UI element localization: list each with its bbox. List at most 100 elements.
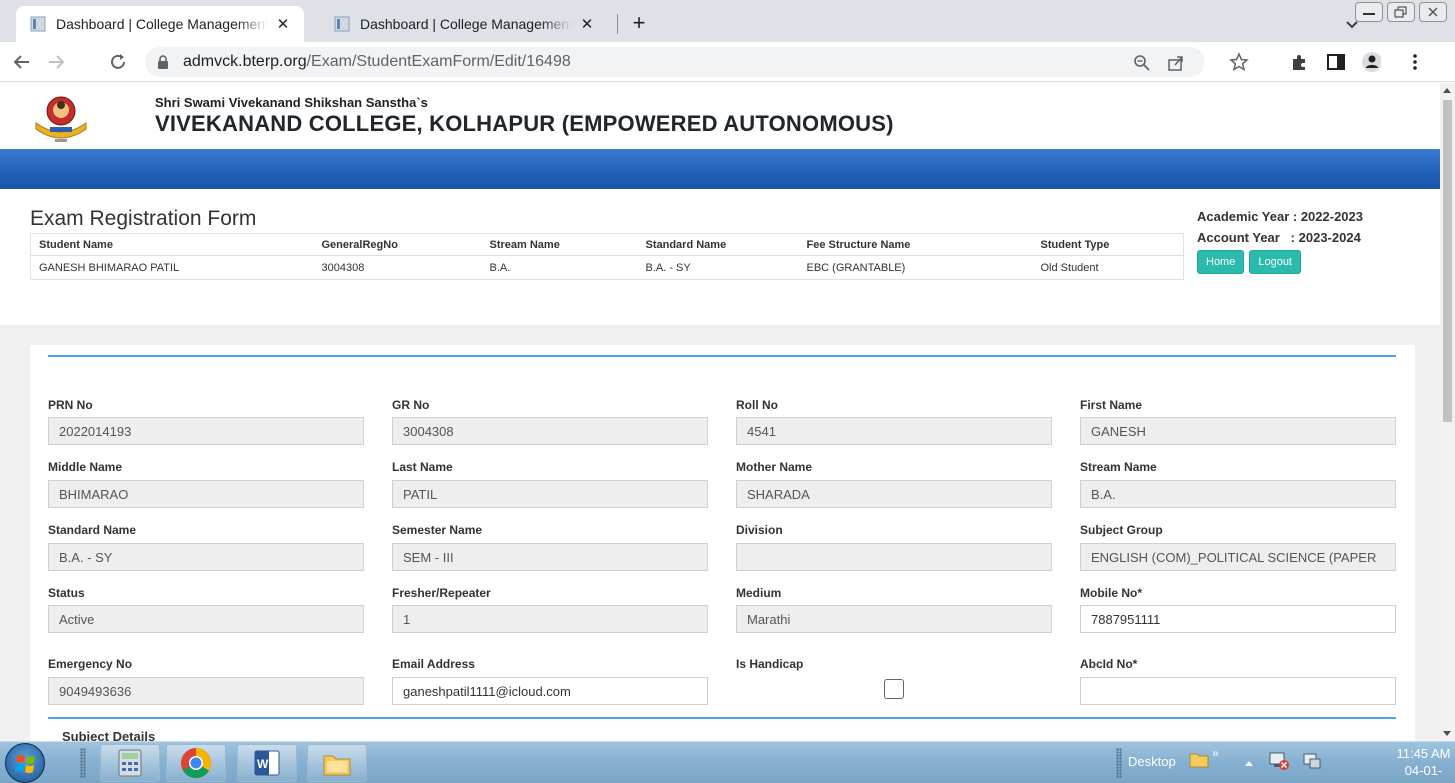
subject-group-label: Subject Group — [1080, 523, 1163, 537]
mother-name-field: SHARADA — [736, 480, 1052, 508]
browser-tab-strip: Dashboard | College Management ✕ Dashboa… — [0, 0, 1455, 42]
table-cell: 3004308 — [313, 255, 482, 280]
last-name-field: PATIL — [392, 480, 708, 508]
division-field — [736, 543, 1052, 571]
clock-date: 04-01-2024 — [1404, 763, 1443, 783]
show-hidden-icons-icon[interactable] — [1244, 754, 1254, 772]
header-blue-band — [0, 149, 1440, 189]
abcid-no-label: AbcId No* — [1080, 657, 1138, 671]
fresher-repeater-field: 1 — [392, 605, 708, 633]
taskbar-grip — [80, 748, 86, 778]
reload-icon[interactable] — [106, 50, 130, 74]
student-summary-table: Student Name GeneralRegNo Stream Name St… — [30, 233, 1184, 280]
toolbar-expand-icon[interactable]: » — [1212, 746, 1219, 760]
logout-button[interactable]: Logout — [1249, 250, 1301, 274]
year-info: Academic Year : 2022-2023 Account Year :… — [1197, 206, 1363, 248]
table-cell: GANESH BHIMARAO PATIL — [30, 255, 314, 280]
tab-dashboard-2[interactable]: Dashboard | College Management ✕ — [320, 6, 608, 42]
scroll-down-arrow-icon[interactable] — [1443, 731, 1451, 736]
address-bar[interactable]: admvck.bterp.org/Exam/StudentExamForm/Ed… — [145, 47, 1205, 77]
clock-time: 11:45 AM — [1396, 746, 1451, 761]
system-clock[interactable]: 11:45 AM 04-01-2024 — [1392, 745, 1455, 783]
lock-icon[interactable] — [157, 55, 169, 74]
minimize-icon[interactable] — [1355, 2, 1383, 22]
windows-taskbar: W Desktop » 11:45 AM 04-01-2024 — [0, 741, 1455, 783]
start-button-icon[interactable] — [5, 743, 45, 783]
table-header-row: Student Name GeneralRegNo Stream Name St… — [31, 234, 1184, 256]
close-tab-icon[interactable]: ✕ — [274, 15, 292, 33]
tab-title: Dashboard | College Management — [360, 16, 572, 32]
site-header: Shri Swami Vivekanand Shikshan Sanstha`s… — [0, 83, 1440, 149]
chrome-app-icon[interactable] — [166, 744, 226, 782]
browser-toolbar: admvck.bterp.org/Exam/StudentExamForm/Ed… — [0, 42, 1455, 82]
academic-year-text: Academic Year : 2022-2023 — [1197, 209, 1363, 224]
tab-title: Dashboard | College Management — [56, 16, 268, 32]
scrollbar-thumb[interactable] — [1443, 100, 1452, 422]
panel-divider-subjects — [48, 717, 1396, 719]
mobile-no-input[interactable]: 7887951111 — [1080, 605, 1396, 633]
page-favicon-icon — [334, 16, 350, 32]
standard-name-field: B.A. - SY — [48, 543, 364, 571]
column-header: Fee Structure Name — [806, 238, 911, 251]
side-panel-icon[interactable] — [1326, 52, 1346, 72]
new-tab-button[interactable]: + — [627, 12, 651, 36]
calculator-app-icon[interactable] — [100, 744, 160, 782]
zoom-icon[interactable] — [1133, 54, 1151, 72]
page-scrollbar[interactable] — [1440, 83, 1455, 741]
emergency-no-label: Emergency No — [48, 657, 133, 671]
url-text: admvck.bterp.org/Exam/StudentExamForm/Ed… — [183, 53, 571, 70]
column-header: Student Type — [1040, 238, 1110, 251]
back-arrow-icon[interactable] — [10, 50, 34, 74]
medium-label: Medium — [736, 586, 782, 600]
action-center-icon[interactable] — [1302, 751, 1322, 776]
is-handicap-label: Is Handicap — [736, 657, 804, 671]
column-header: Stream Name — [489, 238, 560, 251]
page-viewport: Shri Swami Vivekanand Shikshan Sanstha`s… — [0, 83, 1440, 741]
home-button[interactable]: Home — [1197, 250, 1245, 274]
tab-dashboard-1[interactable]: Dashboard | College Management ✕ — [16, 6, 304, 42]
panel-divider-top — [48, 355, 1396, 357]
svg-text:W: W — [257, 757, 269, 771]
scroll-up-arrow-icon[interactable] — [1443, 88, 1451, 93]
prn-label: PRN No — [48, 398, 93, 412]
network-status-icon[interactable] — [1268, 751, 1290, 776]
column-header: Student Name — [39, 238, 113, 251]
page-title: Exam Registration Form — [30, 207, 257, 230]
semester-name-field: SEM - III — [392, 543, 708, 571]
share-icon[interactable] — [1167, 54, 1185, 72]
desktop-toolbar-label[interactable]: Desktop — [1128, 754, 1176, 769]
semester-name-label: Semester Name — [392, 523, 483, 537]
profile-avatar-icon[interactable] — [1361, 52, 1381, 72]
browser-menu-icon[interactable] — [1405, 52, 1425, 72]
subject-details-heading: Subject Details — [62, 729, 156, 741]
roll-field: 4541 — [736, 417, 1052, 445]
taskbar-grip — [1116, 748, 1122, 778]
stream-name-label: Stream Name — [1080, 460, 1157, 474]
status-label: Status — [48, 586, 85, 600]
forward-arrow-icon[interactable] — [44, 50, 68, 74]
is-handicap-checkbox[interactable] — [884, 679, 904, 699]
word-app-icon[interactable]: W — [237, 744, 297, 782]
desktop-folder-icon[interactable] — [1188, 748, 1210, 775]
window-controls — [1355, 2, 1447, 22]
close-window-icon[interactable] — [1419, 2, 1447, 22]
bookmark-star-icon[interactable] — [1229, 52, 1249, 72]
header-button-row: Home Logout — [1197, 250, 1301, 274]
table-cell: Old Student — [1032, 255, 1184, 280]
column-header: GeneralRegNo — [321, 238, 398, 251]
gr-label: GR No — [392, 398, 430, 412]
extensions-puzzle-icon[interactable] — [1289, 52, 1309, 72]
tab-separator — [617, 14, 618, 34]
email-address-input[interactable]: ganeshpatil1111@icloud.com — [392, 677, 708, 705]
close-tab-icon[interactable]: ✕ — [578, 15, 596, 33]
file-explorer-app-icon[interactable] — [307, 744, 367, 782]
restore-icon[interactable] — [1387, 2, 1415, 22]
abcid-no-input[interactable] — [1080, 677, 1396, 705]
roll-label: Roll No — [736, 398, 778, 412]
mobile-no-label: Mobile No* — [1080, 586, 1142, 600]
subject-group-field: ENGLISH (COM)_POLITICAL SCIENCE (PAPER — [1080, 543, 1396, 571]
table-cell: B.A. — [481, 255, 638, 280]
middle-name-label: Middle Name — [48, 460, 123, 474]
table-cell: EBC (GRANTABLE) — [798, 255, 1033, 280]
prn-field: 2022014193 — [48, 417, 364, 445]
